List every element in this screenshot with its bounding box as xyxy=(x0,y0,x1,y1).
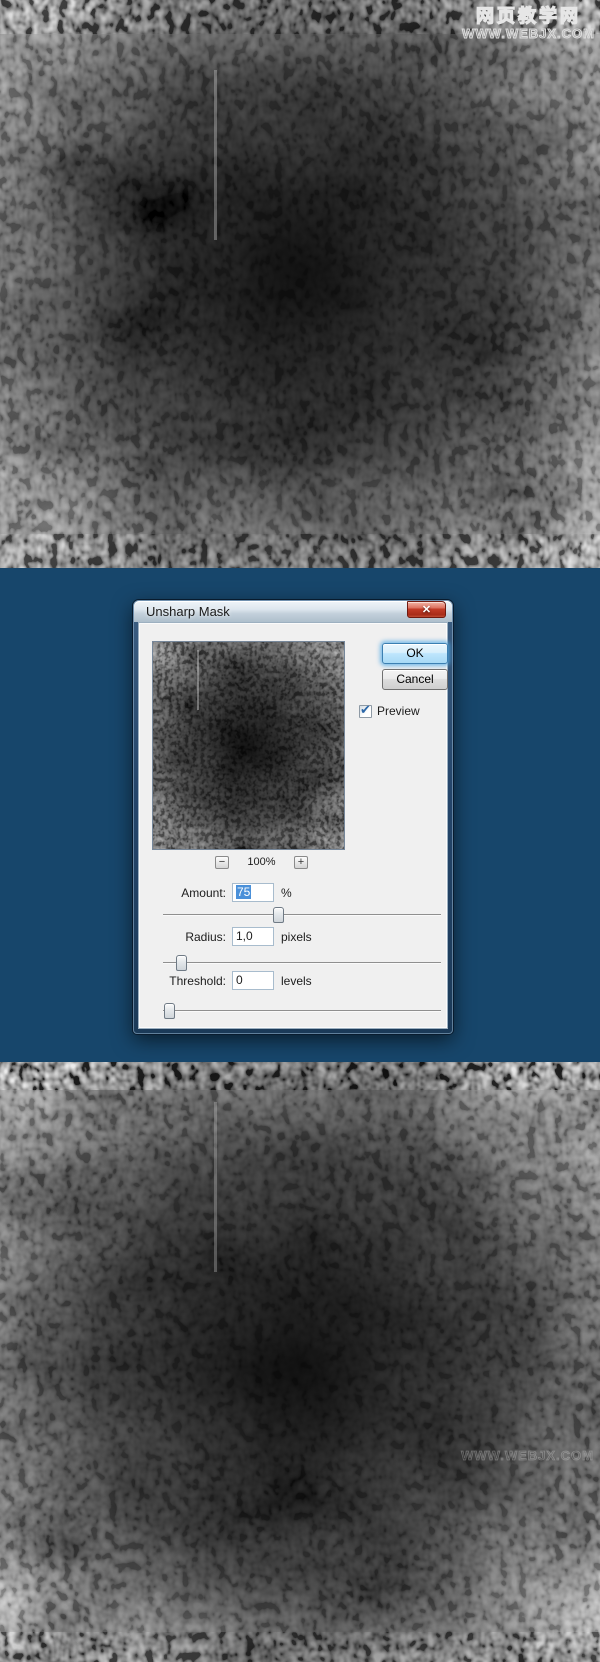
amount-slider-thumb[interactable] xyxy=(273,907,284,923)
radius-label: Radius: xyxy=(185,930,226,944)
threshold-unit: levels xyxy=(281,974,312,988)
site-watermark-url: www.webjx.com xyxy=(462,26,595,42)
site-watermark-title: 网页教学网 xyxy=(475,5,582,26)
site-watermark-top: 网页教学网 www.webjx.com xyxy=(462,5,595,42)
radius-input[interactable]: 1,0 xyxy=(232,927,274,946)
preview-image[interactable] xyxy=(152,641,345,850)
checkmark-icon: ✔ xyxy=(360,702,371,717)
minus-icon: − xyxy=(218,856,226,868)
dialog-titlebar[interactable]: Unsharp Mask xyxy=(134,601,452,622)
zoom-out-button[interactable]: − xyxy=(215,856,229,869)
close-icon: ✕ xyxy=(421,604,432,616)
radius-value: 1,0 xyxy=(236,929,253,943)
amount-value: 75 xyxy=(236,885,252,899)
threshold-slider-thumb[interactable] xyxy=(164,1003,175,1019)
preview-checkbox-label: Preview xyxy=(377,704,420,718)
threshold-label: Threshold: xyxy=(169,974,226,988)
amount-slider[interactable] xyxy=(163,907,441,924)
page: { "watermarks": { "top": { "title": "网页教… xyxy=(0,0,600,1662)
radius-unit: pixels xyxy=(281,930,312,944)
dialog-body: − 100% + OK Cancel ✔ Preview Amount: 75 … xyxy=(138,622,448,1029)
preview-texture-image xyxy=(153,642,344,849)
grunge-texture-bottom-image xyxy=(0,1062,600,1662)
preview-zoom-controls: − 100% + xyxy=(139,856,369,870)
radius-slider-thumb[interactable] xyxy=(176,955,187,971)
amount-input[interactable]: 75 xyxy=(232,883,274,902)
amount-unit: % xyxy=(281,886,292,900)
site-watermark-bottom: www.webjx.com xyxy=(461,1448,594,1464)
dialog-title: Unsharp Mask xyxy=(146,604,230,619)
threshold-slider[interactable] xyxy=(163,1003,441,1020)
threshold-value: 0 xyxy=(236,973,243,987)
unsharp-mask-dialog: Unsharp Mask ✕ − 100% + OK Cancel ✔ Prev… xyxy=(133,600,453,1034)
threshold-slider-track[interactable] xyxy=(163,1010,441,1011)
grunge-texture-top-image xyxy=(0,0,600,568)
radius-slider[interactable] xyxy=(163,955,441,972)
radius-slider-track[interactable] xyxy=(163,962,441,963)
grunge-texture-bottom xyxy=(0,1062,600,1662)
zoom-level: 100% xyxy=(247,856,276,868)
cancel-button[interactable]: Cancel xyxy=(382,669,448,690)
ok-button[interactable]: OK xyxy=(382,643,448,664)
preview-checkbox[interactable]: ✔ xyxy=(359,702,372,718)
amount-label: Amount: xyxy=(181,886,226,900)
close-button[interactable]: ✕ xyxy=(407,601,446,618)
threshold-input[interactable]: 0 xyxy=(232,971,274,990)
amount-slider-track[interactable] xyxy=(163,914,441,915)
grunge-texture-top xyxy=(0,0,600,568)
plus-icon: + xyxy=(297,856,305,868)
zoom-in-button[interactable]: + xyxy=(294,856,308,869)
